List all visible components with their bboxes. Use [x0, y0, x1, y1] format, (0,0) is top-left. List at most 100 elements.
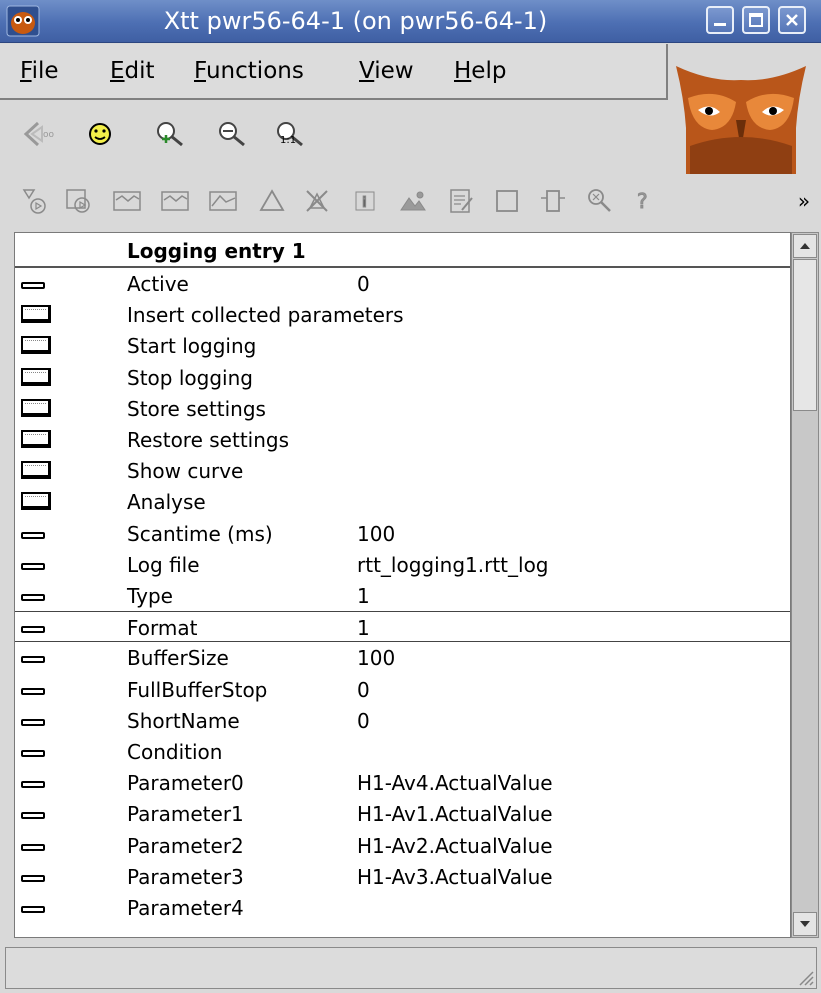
toolbar-overflow-button[interactable]: »	[790, 184, 818, 218]
menu-edit[interactable]: Edit	[110, 58, 155, 84]
open-window-button[interactable]	[490, 184, 524, 218]
help-button[interactable]: ?	[626, 184, 660, 218]
fast-curve-button[interactable]	[158, 184, 192, 218]
command-button-icon-shape	[21, 461, 51, 480]
list-item-value: 0	[357, 708, 370, 733]
attribute-dash-icon-shape	[21, 626, 45, 634]
list-item-method[interactable]: Insert collected parameters	[15, 299, 790, 330]
list-item-label: Restore settings	[127, 428, 290, 452]
list-item-attribute[interactable]: Type 1	[15, 580, 790, 611]
list-item-value: H1-Av3.ActualValue	[357, 864, 553, 889]
list-item-attribute[interactable]: ShortName 0	[15, 705, 790, 736]
attribute-dash-icon	[19, 802, 53, 824]
attribute-dash-icon-shape	[21, 812, 45, 820]
list-item-attribute[interactable]: Parameter3 H1-Av3.ActualValue	[15, 861, 790, 892]
resize-grip-icon[interactable]	[794, 966, 814, 986]
info-icon: i	[355, 191, 375, 212]
object-info-button[interactable]: i	[348, 184, 382, 218]
close-button[interactable]	[778, 6, 806, 34]
list-item-attribute[interactable]: Format 1	[15, 611, 790, 643]
attribute-dash-icon-shape	[21, 874, 45, 882]
block-events-button[interactable]	[300, 184, 334, 218]
attribute-dash-icon	[19, 584, 53, 606]
list-item-method[interactable]: Store settings	[15, 393, 790, 424]
command-button-icon-shape	[21, 430, 51, 448]
maximize-button[interactable]	[742, 6, 770, 34]
list-header-title: Logging entry 1	[127, 239, 306, 263]
attribute-dash-icon-shape	[21, 282, 45, 289]
list-item-attribute[interactable]: Parameter1 H1-Av1.ActualValue	[15, 798, 790, 829]
list-item-label: Stop logging	[127, 365, 253, 390]
crossref-icon	[541, 190, 565, 212]
scrollbar-thumb[interactable]	[793, 259, 817, 411]
alarm-button[interactable]	[255, 184, 289, 218]
list-item-method[interactable]: Stop logging	[15, 362, 790, 393]
menu-edit-mnemonic: E	[110, 58, 125, 84]
open-object-button[interactable]	[80, 114, 120, 154]
notes-icon	[450, 189, 473, 213]
attribute-dash-icon	[19, 522, 53, 544]
menu-file[interactable]: File	[20, 58, 59, 84]
zoom-reset-button[interactable]: 1:1	[270, 114, 310, 154]
minimize-button[interactable]	[706, 6, 734, 34]
navigate-back-button[interactable]: oo	[20, 114, 60, 154]
list-item-attribute[interactable]: Scantime (ms) 100	[15, 518, 790, 549]
block-events-icon	[306, 190, 328, 212]
crossref-button[interactable]	[536, 184, 570, 218]
list-item-attribute[interactable]: Condition	[15, 736, 790, 767]
list-item-value: H1-Av2.ActualValue	[357, 833, 553, 858]
list-item-method[interactable]: Restore settings	[15, 424, 790, 455]
command-button-icon	[19, 459, 53, 481]
photo-button[interactable]	[396, 184, 430, 218]
list-item-attribute[interactable]: Parameter2 H1-Av2.ActualValue	[15, 830, 790, 861]
list-item-attribute[interactable]: Parameter4	[15, 892, 790, 923]
method-toolbar: i ? »	[0, 180, 821, 232]
attribute-dash-icon	[19, 709, 53, 731]
menu-view[interactable]: View	[359, 58, 414, 84]
attribute-dash-icon	[19, 865, 53, 887]
list-item-method[interactable]: Analyse	[15, 486, 790, 517]
command-button-icon	[19, 428, 53, 450]
attribute-dash-icon	[19, 834, 53, 856]
list-item-attribute[interactable]: Parameter0 H1-Av4.ActualValue	[15, 767, 790, 798]
list-item-attribute[interactable]: FullBufferStop 0	[15, 674, 790, 705]
list-item-value: 0	[357, 272, 370, 296]
vertical-scrollbar[interactable]	[791, 232, 819, 938]
attribute-dash-icon-shape	[21, 781, 45, 789]
open-graph-button[interactable]	[18, 184, 52, 218]
list-header: Logging entry 1	[15, 235, 790, 266]
list-item-label: Format	[127, 616, 198, 641]
scroll-up-button[interactable]	[793, 234, 817, 258]
scroll-down-button[interactable]	[793, 912, 817, 936]
title-bar[interactable]: Xtt pwr56-64-1 (on pwr56-64-1)	[0, 0, 821, 43]
attribute-dash-icon-shape	[21, 906, 45, 913]
menu-functions[interactable]: Functions	[194, 58, 304, 84]
attribute-dash-icon-shape	[21, 843, 45, 851]
zoom-out-button[interactable]	[212, 114, 252, 154]
attribute-dash-icon-shape	[21, 656, 45, 664]
history-button[interactable]	[206, 184, 240, 218]
list-item-method[interactable]: Show curve	[15, 455, 790, 486]
list-item-label: FullBufferStop	[127, 677, 268, 702]
zoom-in-button[interactable]	[150, 114, 190, 154]
list-item-method[interactable]: Start logging	[15, 330, 790, 361]
object-attribute-list[interactable]: Logging entry 1 Active 0 Insert collected …	[14, 232, 791, 938]
menu-help[interactable]: Help	[454, 58, 506, 84]
command-button-icon-shape	[21, 492, 51, 511]
svg-text:i: i	[362, 195, 367, 211]
list-item-attribute[interactable]: Active 0	[15, 268, 790, 299]
find-button[interactable]	[582, 184, 616, 218]
list-item-label: Parameter4	[127, 896, 244, 920]
question-mark-icon: ?	[637, 189, 649, 214]
list-item-label: ShortName	[127, 708, 240, 733]
list-item-attribute[interactable]: BufferSize 100	[15, 642, 790, 673]
minimize-icon	[714, 23, 726, 26]
list-item-attribute[interactable]: Log file rtt_logging1.rtt_log	[15, 549, 790, 580]
photo-icon	[400, 191, 426, 211]
open-classgraph-button[interactable]	[62, 184, 96, 218]
trend-button[interactable]	[110, 184, 144, 218]
command-button-icon-shape	[21, 367, 51, 386]
arrow-up-icon	[800, 243, 810, 249]
list-item-label: Insert collected parameters	[127, 303, 404, 328]
notes-button[interactable]	[444, 184, 478, 218]
